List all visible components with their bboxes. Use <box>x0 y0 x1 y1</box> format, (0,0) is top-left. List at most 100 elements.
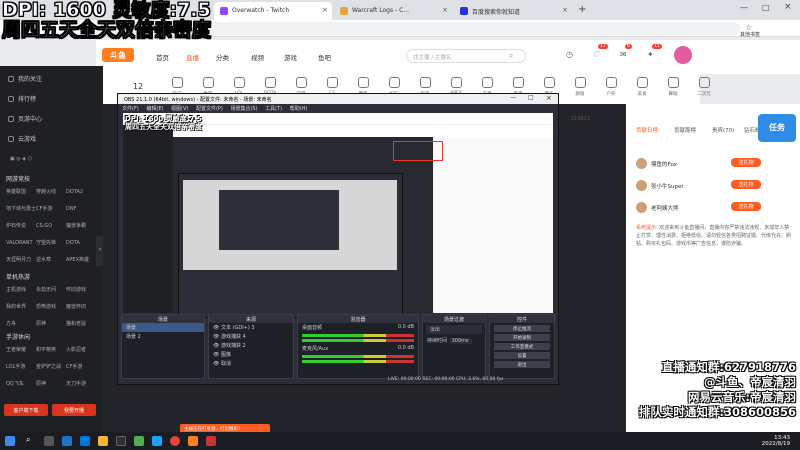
folder-icon[interactable] <box>98 436 108 446</box>
sidebar-link[interactable]: APEX英雄 <box>66 256 96 263</box>
nav-category[interactable]: 分类 <box>216 52 229 62</box>
source-item[interactable]: 👁 游戏捕获 2 <box>209 341 293 350</box>
category-item[interactable]: 二次元 <box>690 77 718 97</box>
sidebar-link[interactable]: 永劫无间 <box>36 286 66 293</box>
close-icon[interactable]: × <box>442 6 448 14</box>
sidebar-link[interactable]: LOL手游 <box>6 363 36 370</box>
window-close-icon[interactable]: × <box>784 2 792 12</box>
obs-menu-profile[interactable]: 配置文件(P) <box>196 106 223 112</box>
duration-input[interactable]: 300ms <box>448 338 472 344</box>
nav-live[interactable]: 直播 <box>186 52 199 62</box>
start-recording-button[interactable]: 开始录制 <box>494 334 550 341</box>
source-item[interactable]: 👁 游戏捕获 4 <box>209 332 293 341</box>
sidebar-link[interactable]: 天涯明月刀 <box>6 256 36 263</box>
stop-stream-button[interactable]: 停止推流 <box>494 325 550 332</box>
gift-icon[interactable]: ✦ <box>647 50 654 59</box>
nav-video[interactable]: 视频 <box>251 52 264 62</box>
sidebar-link[interactable]: 原神 <box>36 320 66 327</box>
sidebar-link[interactable]: 王者荣耀 <box>6 346 36 353</box>
obs-menu-view[interactable]: 视图(V) <box>171 106 188 112</box>
sidebar-link[interactable]: 地下城与勇士 <box>6 205 36 212</box>
source-item[interactable]: 👁 图像 <box>209 350 293 359</box>
edge-icon[interactable] <box>80 436 90 446</box>
studio-mode-button[interactable]: 工作室模式 <box>494 343 550 350</box>
sidebar-link[interactable]: 主机游戏 <box>6 286 36 293</box>
site-logo[interactable]: 斗鱼 <box>102 48 134 62</box>
new-tab-icon[interactable]: + <box>578 4 586 15</box>
client-download-button[interactable]: 客户端下载 <box>4 404 48 416</box>
qq-icon[interactable] <box>152 436 162 446</box>
sidebar-link[interactable]: CS:GO <box>36 223 66 229</box>
obs-menu-tools[interactable]: 工具(T) <box>265 106 282 112</box>
settings-button[interactable]: 设置 <box>494 352 550 359</box>
sidebar-link[interactable]: QQ飞车 <box>6 380 36 387</box>
source-item[interactable]: 👁 取消 <box>209 359 293 368</box>
sidebar-link[interactable]: 逆水寒 <box>36 256 66 263</box>
search-input[interactable]: 找主播 / 主播名 <box>406 49 526 63</box>
sidebar-link[interactable]: CF手游 <box>36 205 66 212</box>
sidebar-link[interactable]: VALORANT <box>6 240 36 246</box>
browser-tab-warcraftlogs[interactable]: Warcraft Logs - C... × <box>334 2 452 20</box>
transition-select[interactable]: 淡出 <box>426 325 482 334</box>
sidebar-link[interactable]: 方舟 <box>6 320 36 327</box>
scene-item[interactable]: 场景 2 <box>122 332 204 341</box>
nav-games[interactable]: 游戏 <box>284 52 297 62</box>
chrome-icon[interactable] <box>170 436 180 446</box>
obs-maximize-icon[interactable]: □ <box>528 94 534 101</box>
follow-icon[interactable]: ♡ <box>593 50 600 59</box>
nav-fishbar[interactable]: 鱼吧 <box>318 52 331 62</box>
sidebar-item-follow[interactable]: 我的关注 <box>8 74 42 83</box>
obs-preview[interactable]: DPI: 1600 灵敏度:7.5 周四五天全天双倍亲密度 <box>123 113 553 318</box>
steam-icon[interactable] <box>62 436 72 446</box>
task-badge-icon[interactable]: 任务 <box>758 114 796 142</box>
send-gift-button[interactable]: 送礼物 <box>731 202 761 211</box>
source-item[interactable]: 👁 文本 (GDI+) 3 <box>209 323 293 332</box>
browser-tab-twitch[interactable]: Overwatch - Twitch × <box>214 2 332 20</box>
sidebar-link[interactable]: CF手游 <box>66 363 96 370</box>
obs-menu-scenecollection[interactable]: 场景集合(S) <box>230 106 257 112</box>
obs-close-icon[interactable]: × <box>546 94 552 102</box>
scene-item[interactable]: 场景 <box>122 323 204 332</box>
send-gift-button[interactable]: 送礼物 <box>731 180 761 189</box>
sidebar-link[interactable]: 魔兽怀旧 <box>66 303 96 310</box>
sidebar-link[interactable]: 火影忍者 <box>66 346 96 353</box>
sidebar-link[interactable]: 恐怖游戏 <box>36 303 66 310</box>
exit-button[interactable]: 退出 <box>494 361 550 368</box>
sidebar-link[interactable]: 原神 <box>36 380 66 387</box>
minimize-icon[interactable]: — <box>740 3 748 12</box>
obs-taskbar-icon[interactable] <box>116 436 126 446</box>
sidebar-link[interactable]: 炉石传说 <box>6 222 36 229</box>
sidebar-item-webgame[interactable]: 页游中心 <box>8 114 42 123</box>
sidebar-link[interactable]: 怀旧游戏 <box>66 286 96 293</box>
sidebar-link[interactable]: DOTA2 <box>66 189 96 195</box>
nav-home[interactable]: 首页 <box>156 52 169 62</box>
tab-vip[interactable]: 贵宾(70) <box>712 126 734 134</box>
sidebar-link[interactable]: 和平精英 <box>36 346 66 353</box>
sidebar-link[interactable]: 守望先锋 <box>36 239 66 246</box>
douyu-icon[interactable] <box>188 436 198 446</box>
obs-minimize-icon[interactable]: — <box>510 94 516 101</box>
category-item[interactable]: 舞蹈 <box>659 77 687 97</box>
wechat-icon[interactable] <box>134 436 144 446</box>
category-item[interactable]: 美食 <box>628 77 656 97</box>
sidebar-link[interactable]: DOTA <box>66 240 96 246</box>
sidebar-link[interactable]: 金铲铲之战 <box>36 363 66 370</box>
sidebar-link[interactable]: 英雄联盟 <box>6 188 36 195</box>
sidebar-link[interactable]: DNF <box>66 206 96 212</box>
sidebar-link[interactable]: 天刀手游 <box>66 380 96 387</box>
close-icon[interactable]: × <box>562 6 568 14</box>
tab-daily-rank[interactable]: 贡献日榜 <box>636 126 658 134</box>
task-view-icon[interactable] <box>44 436 54 446</box>
browser-tab-baidu[interactable]: 百度搜索你就知道 × <box>454 2 572 20</box>
sidebar-link[interactable]: 我的世界 <box>6 303 36 310</box>
sidebar-link[interactable]: 穿越火线 <box>36 188 66 195</box>
other-bookmarks[interactable]: 其他书签 <box>740 31 760 38</box>
send-gift-button[interactable]: 送礼物 <box>731 158 761 167</box>
message-icon[interactable]: ✉ <box>620 50 627 59</box>
sidebar-item-rank[interactable]: 排行榜 <box>8 94 36 103</box>
sidebar-item-cloudgame[interactable]: 云游戏 <box>8 134 36 143</box>
obs-menu-file[interactable]: 文件(F) <box>122 106 139 112</box>
netease-music-icon[interactable] <box>206 436 216 446</box>
maximize-icon[interactable]: □ <box>762 3 770 12</box>
obs-menu-edit[interactable]: 编辑(E) <box>146 106 163 112</box>
